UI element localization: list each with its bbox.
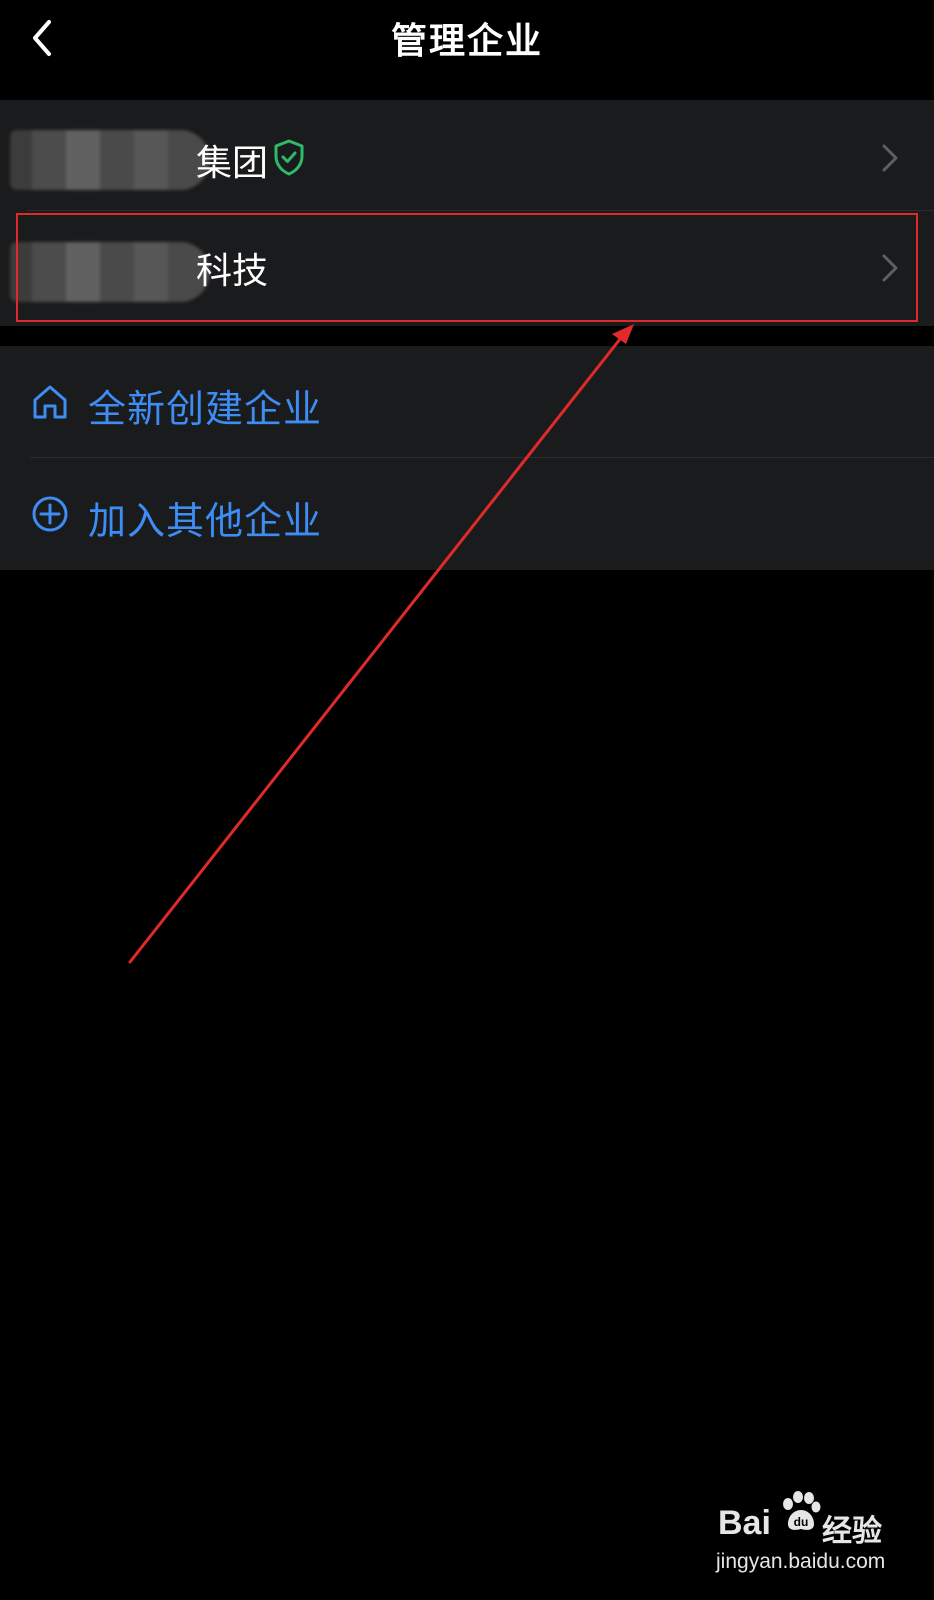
plus-circle-icon [32,496,68,532]
action-list: 全新创建企业 加入其他企业 [0,346,934,570]
create-company-label: 全新创建企业 [88,387,323,431]
home-icon [33,385,67,419]
row-divider [26,210,934,211]
company-name: 集团 [196,143,269,184]
baidu-jingyan-watermark: du Bai 经验 jingyan.baidu.com [712,1490,922,1590]
verified-shield-icon [274,139,304,176]
join-company-label: 加入其他企业 [88,499,323,543]
watermark-brand: Bai [718,1504,771,1542]
redacted-name-mask [10,130,210,190]
chevron-right-icon [882,254,898,282]
watermark-brand-suffix: 经验 [822,1514,882,1549]
company-list: 集团 科技 [0,100,934,326]
manage-companies-screen: 管理企业 集团 科技 全新创建企业 加入其他企业 du Bai 经验 jingy… [0,0,934,1600]
company-item-group[interactable]: 集团 [0,102,934,212]
company-item-tech[interactable]: 科技 [0,212,934,322]
paw-logo-icon: du [783,1491,821,1530]
join-company-button[interactable]: 加入其他企业 [0,458,934,570]
page-title: 管理企业 [390,21,543,62]
chevron-right-icon [882,144,898,172]
create-company-button[interactable]: 全新创建企业 [0,346,934,458]
svg-text:du: du [794,1515,809,1529]
redacted-name-mask [10,242,210,302]
company-name: 科技 [196,251,269,292]
nav-header: 管理企业 [0,0,934,100]
watermark-url: jingyan.baidu.com [716,1550,886,1573]
